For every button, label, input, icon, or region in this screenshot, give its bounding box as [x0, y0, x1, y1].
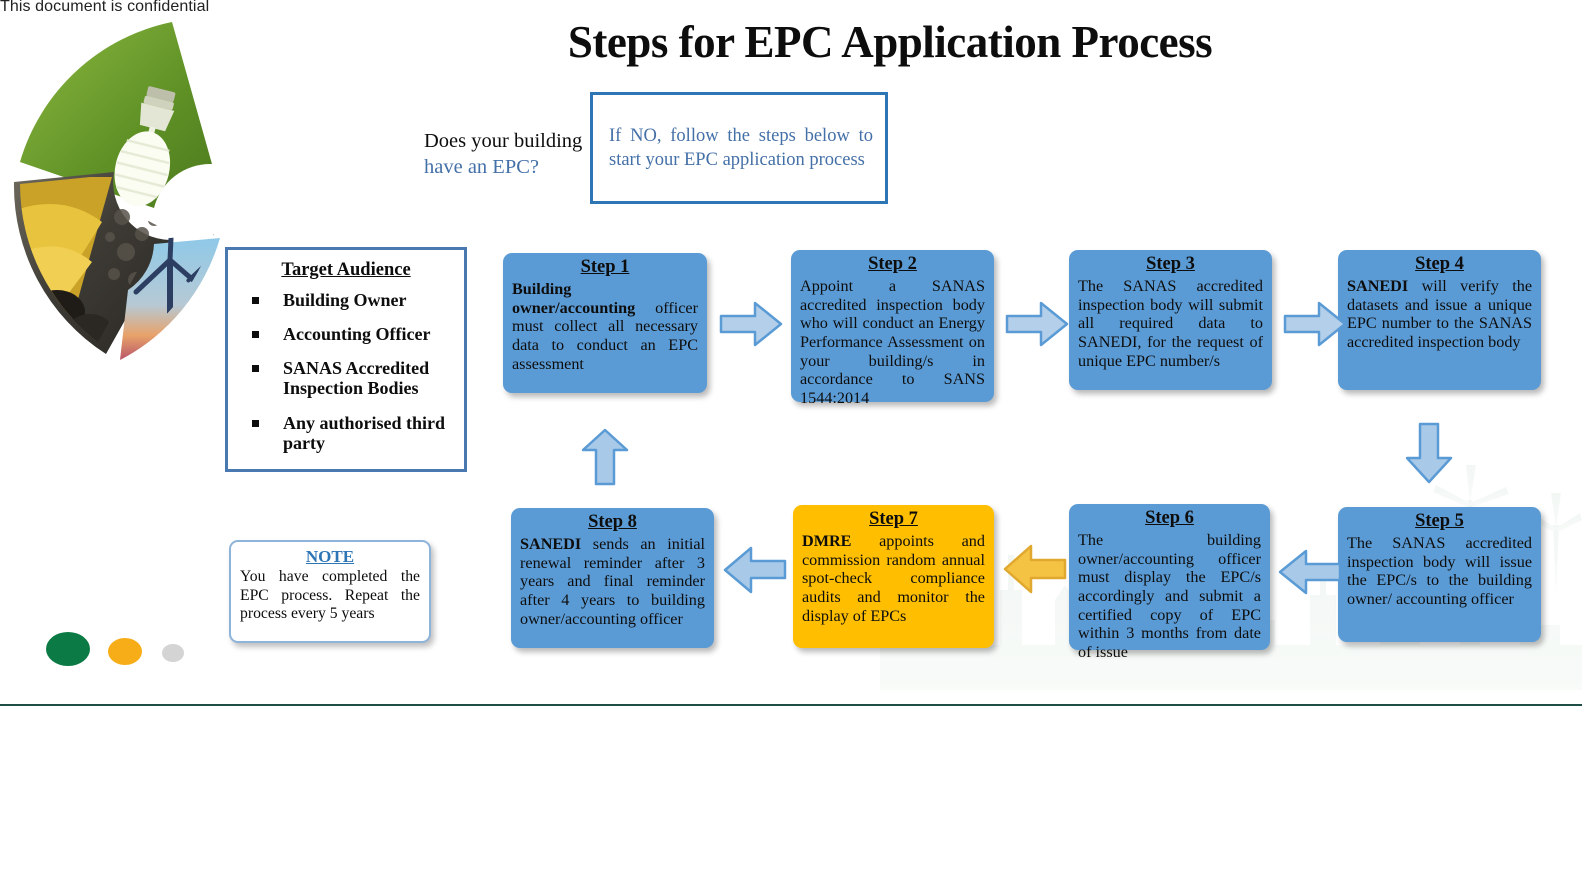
- step-body: SANEDI sends an initial renewal reminder…: [520, 535, 705, 629]
- step-box-2: Step 2 Appoint a SANAS accredited inspec…: [791, 250, 994, 407]
- decorative-dots: [46, 632, 196, 668]
- step-title: Step 5: [1415, 511, 1464, 531]
- step-body-text: The building owner/accounting officer mu…: [1078, 530, 1261, 662]
- step-body-text: The SANAS accredited inspection body wil…: [1347, 533, 1532, 608]
- target-audience-item-label: SANAS Accredited Inspection Bodies: [283, 358, 430, 399]
- step-body: The SANAS accredited inspection body wil…: [1347, 534, 1532, 609]
- note-body: You have completed the EPC process. Repe…: [240, 568, 420, 623]
- step-body-text: The SANAS accredited inspection body wil…: [1078, 276, 1263, 370]
- step-body: Appoint a SANAS accredited inspection bo…: [800, 277, 985, 408]
- step-body: Building owner/accounting officer must c…: [512, 280, 698, 374]
- step-title: Step 7: [869, 509, 918, 529]
- step-box-1: Step 1 Building owner/accounting officer…: [503, 253, 707, 393]
- dot-grey-icon: [162, 644, 184, 662]
- step-body: The SANAS accredited inspection body wil…: [1078, 277, 1263, 371]
- step-box-6: Step 6 The building owner/accounting off…: [1069, 504, 1270, 661]
- arrow-right-step2-step3-icon: [1005, 301, 1069, 347]
- step-body: DMRE appoints and commission random annu…: [802, 532, 985, 626]
- if-no-callout-text: If NO, follow the steps below to start y…: [609, 125, 873, 170]
- list-item: Accounting Officer: [236, 324, 456, 344]
- if-no-callout-box: If NO, follow the steps below to start y…: [590, 92, 888, 204]
- bullet-icon: [252, 331, 259, 339]
- bullet-icon: [252, 297, 259, 304]
- step-bold-lead: SANEDI: [1347, 276, 1409, 295]
- slide-canvas: This document is confidential Steps for …: [0, 0, 1582, 883]
- question-line-2: have an EPC?: [424, 156, 539, 179]
- step-body: The building owner/accounting officer mu…: [1078, 531, 1261, 662]
- list-item: SANAS Accredited Inspection Bodies: [236, 358, 456, 398]
- step-title: Step 6: [1145, 508, 1194, 528]
- note-box: NOTE You have completed the EPC process.…: [229, 540, 431, 643]
- target-audience-item-label: Any authorised third party: [283, 412, 446, 453]
- step-title: Step 1: [580, 257, 630, 277]
- bullet-icon: [252, 365, 259, 373]
- arrow-left-step6-step7-icon: [1003, 544, 1067, 594]
- question-line-1: Does your building: [424, 130, 583, 152]
- dot-green-icon: [46, 632, 90, 666]
- step-bold-lead: DMRE: [802, 531, 852, 550]
- step-title: Step 3: [1146, 254, 1195, 274]
- arrow-up-step8-step1-icon: [581, 428, 629, 486]
- target-audience-title: Target Audience: [281, 260, 411, 280]
- target-audience-box: Target Audience Building Owner Accountin…: [225, 247, 467, 472]
- arrow-left-step7-step8-icon: [723, 546, 787, 594]
- step-title: Step 4: [1415, 254, 1464, 274]
- list-item: Building Owner: [236, 290, 456, 310]
- epc-question: Does your building have an EPC?: [424, 128, 589, 180]
- target-audience-item-label: Building Owner: [283, 290, 407, 310]
- step-box-8: Step 8 SANEDI sends an initial renewal r…: [511, 508, 714, 648]
- step-box-4: Step 4 SANEDI will verify the datasets a…: [1338, 250, 1541, 390]
- dot-orange-icon: [108, 638, 142, 665]
- target-audience-item-label: Accounting Officer: [283, 324, 431, 345]
- energy-photo-fan-graphic: [13, 22, 220, 360]
- step-box-3: Step 3 The SANAS accredited inspection b…: [1069, 250, 1272, 390]
- list-item: Any authorised third party: [236, 413, 456, 453]
- arrow-down-step4-step5-icon: [1405, 422, 1453, 484]
- footer: !KE E: /XARRA //KE mineral resources & e…: [0, 706, 1582, 883]
- step-box-7: Step 7 DMRE appoints and commission rand…: [793, 505, 994, 648]
- arrow-left-step5-step6-icon: [1278, 549, 1342, 595]
- step-bold-lead: SANEDI: [520, 534, 582, 553]
- step-box-5: Step 5 The SANAS accredited inspection b…: [1338, 507, 1541, 642]
- target-audience-list: Building Owner Accounting Officer SANAS …: [236, 290, 456, 453]
- note-title: NOTE: [305, 547, 355, 566]
- arrow-right-step1-step2-icon: [719, 301, 783, 347]
- arrow-right-step3-step4-icon: [1283, 301, 1347, 347]
- step-bold-lead: Building owner/accounting: [512, 279, 636, 317]
- step-title: Step 2: [868, 254, 917, 274]
- page-title: Steps for EPC Application Process: [567, 17, 1213, 67]
- step-title: Step 8: [588, 512, 637, 532]
- bullet-icon: [252, 419, 259, 427]
- step-body: SANEDI will verify the datasets and issu…: [1347, 277, 1532, 352]
- step-body-text: Appoint a SANAS accredited inspection bo…: [800, 276, 985, 408]
